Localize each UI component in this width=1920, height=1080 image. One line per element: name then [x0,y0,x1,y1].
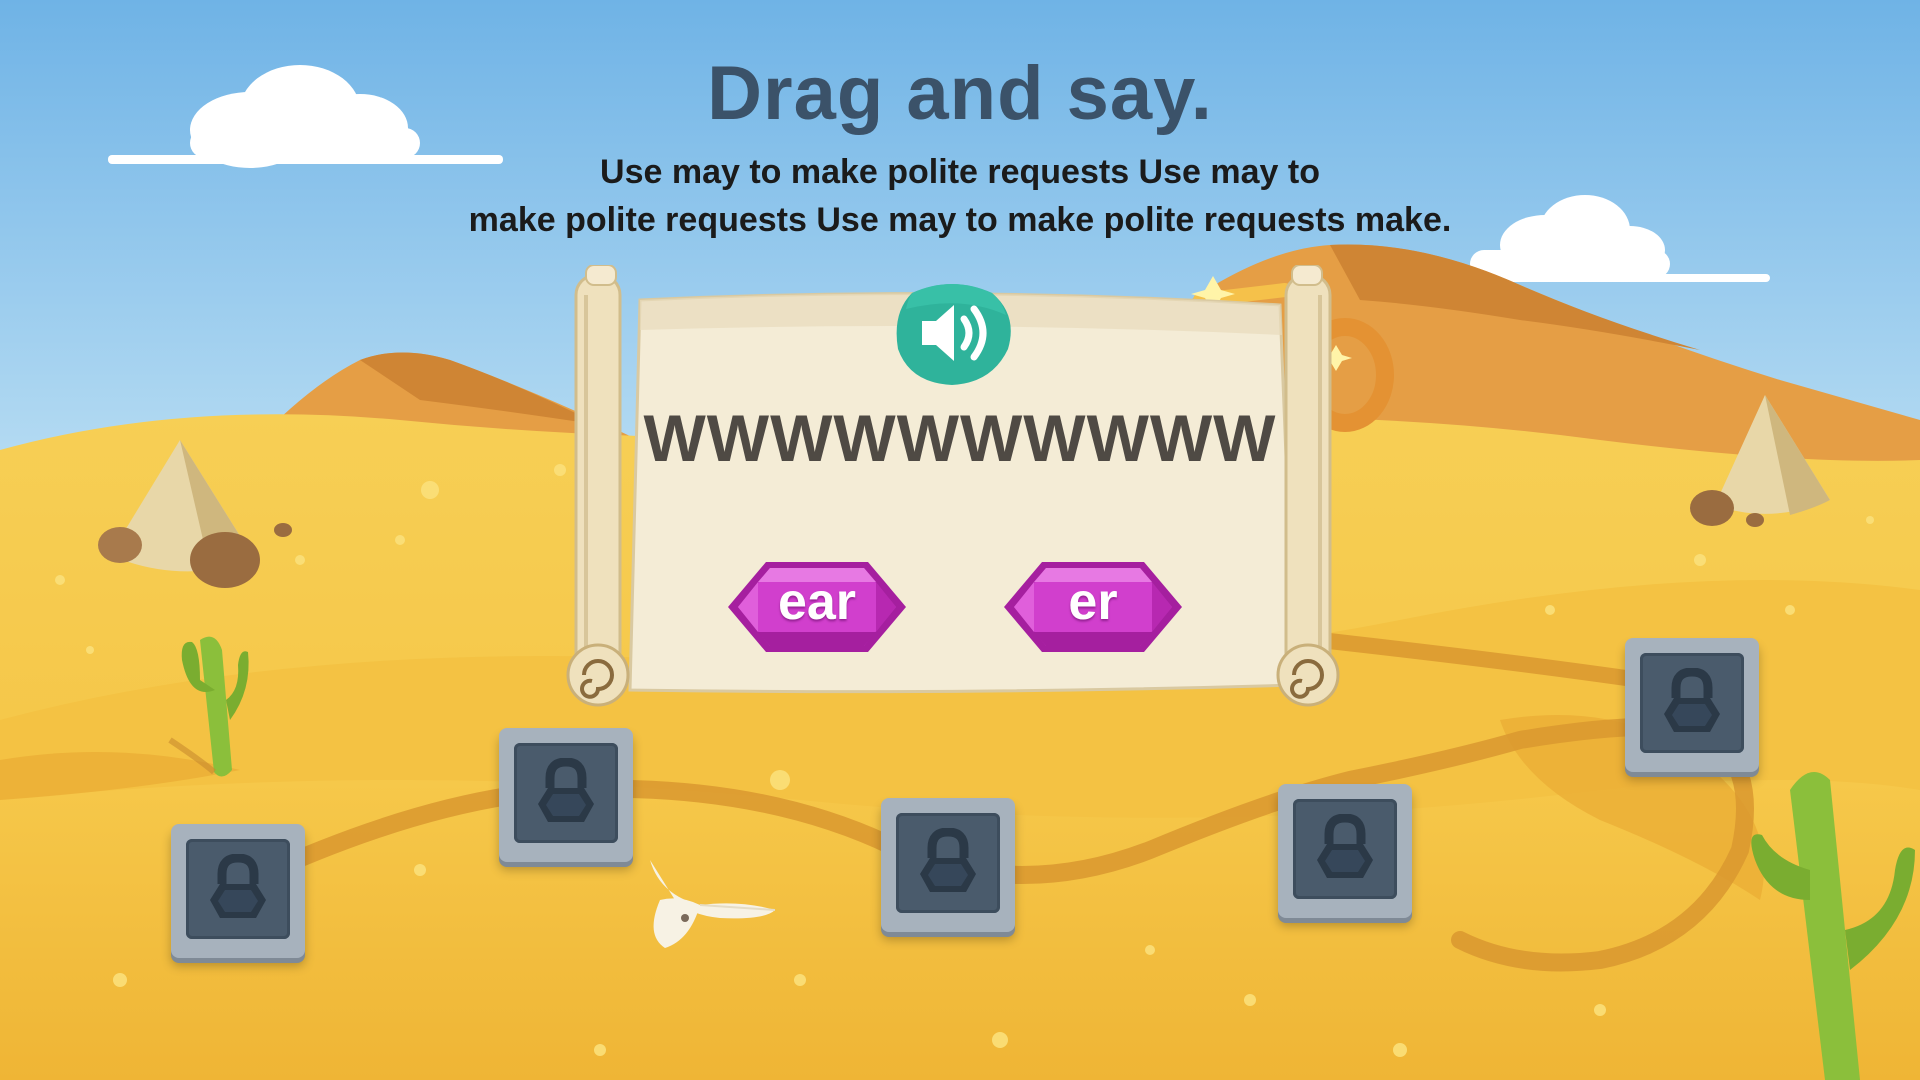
level-node-3-locked[interactable] [881,798,1015,932]
gem-label: ear [777,573,857,631]
level-node-5-locked[interactable] [1625,638,1759,772]
activity-instructions: Use may to make polite requests Use may … [400,148,1520,244]
gem-label: er [1068,573,1118,631]
lock-icon [1664,668,1720,732]
lock-icon [1317,814,1373,878]
level-node-1-locked[interactable] [171,824,305,958]
scroll-pole-left [566,265,630,707]
lock-icon [920,828,976,892]
audio-play-button[interactable] [892,275,1014,389]
instruction-line-2: make polite requests Use may to make pol… [468,201,1452,239]
scroll-pole-right [1276,265,1340,707]
activity-title: Drag and say. [707,51,1213,136]
target-word: WWWWWWWWWW [643,401,1277,475]
lock-icon [210,854,266,918]
answer-gem-er[interactable]: er [1002,558,1184,656]
game-stage: Drag and say. Use may to make polite req… [0,0,1920,1080]
answer-gem-ear[interactable]: ear [726,558,908,656]
level-node-2-locked[interactable] [499,728,633,862]
instruction-line-1: Use may to make polite requests Use may … [600,153,1320,191]
level-node-4-locked[interactable] [1278,784,1412,918]
speaker-icon [896,284,1011,385]
lock-icon [538,758,594,822]
